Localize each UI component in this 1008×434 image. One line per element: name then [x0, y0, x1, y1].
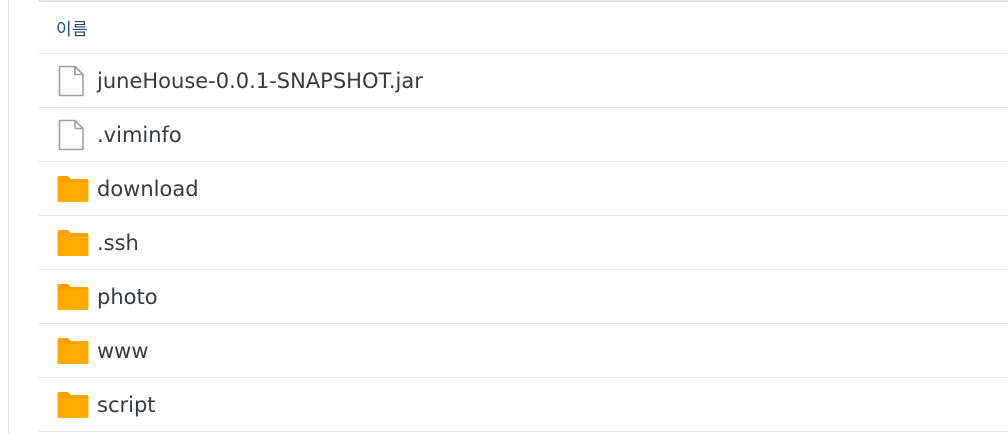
file-browser-pane: 이름 juneHouse-0.0.1-SNAPSHOT.jar .viminfo: [0, 0, 1008, 434]
left-panel-edge: [0, 0, 9, 434]
list-item-folder[interactable]: script: [38, 378, 1008, 432]
folder-icon: [57, 335, 89, 367]
list-item-file[interactable]: .viminfo: [38, 108, 1008, 162]
list-item-folder[interactable]: download: [38, 162, 1008, 216]
file-icon: [57, 65, 89, 97]
list-item-label: juneHouse-0.0.1-SNAPSHOT.jar: [97, 68, 423, 93]
list-item-label: photo: [97, 284, 158, 309]
file-list: 이름 juneHouse-0.0.1-SNAPSHOT.jar .viminfo: [38, 0, 1008, 434]
file-icon: [57, 119, 89, 151]
list-item-folder[interactable]: .ssh: [38, 216, 1008, 270]
column-header-name[interactable]: 이름: [38, 0, 1008, 54]
folder-icon: [57, 281, 89, 313]
list-item-folder[interactable]: photo: [38, 270, 1008, 324]
list-item-label: .ssh: [97, 230, 139, 255]
list-item-folder[interactable]: www: [38, 324, 1008, 378]
list-item-label: script: [97, 392, 156, 417]
column-header-label: 이름: [56, 20, 89, 40]
list-item-label: .viminfo: [97, 122, 182, 147]
folder-icon: [57, 227, 89, 259]
list-item-label: www: [97, 338, 149, 363]
folder-icon: [57, 173, 89, 205]
list-item-file[interactable]: juneHouse-0.0.1-SNAPSHOT.jar: [38, 54, 1008, 108]
list-item-label: download: [97, 176, 199, 201]
folder-icon: [57, 389, 89, 421]
